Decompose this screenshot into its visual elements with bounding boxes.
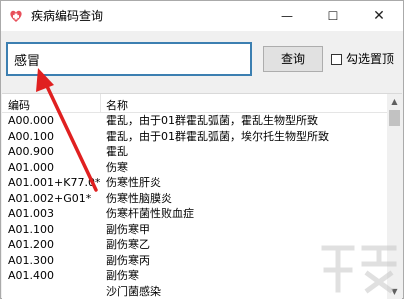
table-header: 编码 名称 [2, 94, 387, 113]
table-row[interactable]: A01.200 副伤寒乙 [2, 237, 387, 253]
title-bar[interactable]: 疾病编码查询 — ☐ ✕ [1, 1, 403, 31]
result-table[interactable]: 编码 名称 A00.000 霍乱，由于01群霍乱弧菌，霍乱生物型所致 A00.10… [2, 93, 402, 299]
cell-name: 伤寒性肝炎 [106, 176, 161, 189]
cell-code: A01.000 [8, 160, 55, 174]
window-title: 疾病编码查询 [31, 9, 104, 23]
scroll-up-arrow-icon[interactable]: ▲ [387, 94, 402, 109]
scroll-thumb[interactable] [389, 110, 400, 126]
table-body: A00.000 霍乱，由于01群霍乱弧菌，霍乱生物型所致 A00.100 霍乱，由于… [2, 113, 387, 299]
cell-name: 副伤寒 [106, 269, 139, 282]
cell-name: 伤寒杆菌性败血症 [106, 207, 194, 220]
cell-name: 沙门菌感染 [106, 284, 161, 298]
cell-code: A01.100 [8, 222, 55, 236]
cell-code: A01.001+K77.0* [8, 176, 101, 189]
table-row[interactable]: A01.001+K77.0* 伤寒性肝炎 [2, 175, 387, 191]
table-row[interactable]: 沙门菌感染 [2, 284, 387, 299]
maximize-button[interactable]: ☐ [310, 1, 356, 31]
table-row[interactable]: A00.100 霍乱，由于01群霍乱弧菌，埃尔托生物型所致 [2, 129, 387, 145]
cell-name: 霍乱，由于01群霍乱弧菌，霍乱生物型所致 [106, 114, 318, 127]
cell-code: A00.000 [8, 114, 55, 127]
table-row[interactable]: A01.003 伤寒杆菌性败血症 [2, 206, 387, 222]
cell-name: 伤寒性脑膜炎 [106, 191, 172, 205]
cell-name: 副伤寒乙 [106, 238, 150, 251]
cell-code: A01.003 [8, 207, 55, 220]
cell-code: A00.900 [8, 145, 55, 158]
table-row[interactable]: A01.100 副伤寒甲 [2, 222, 387, 238]
table-row[interactable]: A00.000 霍乱，由于01群霍乱弧菌，霍乱生物型所致 [2, 113, 387, 129]
vertical-scrollbar[interactable]: ▲ ▼ [387, 94, 402, 299]
query-button[interactable]: 查询 [263, 46, 323, 72]
table-row[interactable]: A01.002+G01* 伤寒性脑膜炎 [2, 191, 387, 207]
table-row[interactable]: A01.300 副伤寒丙 [2, 253, 387, 269]
cell-name: 霍乱，由于01群霍乱弧菌，埃尔托生物型所致 [106, 129, 329, 143]
column-divider[interactable] [100, 94, 101, 112]
cell-name: 副伤寒丙 [106, 253, 150, 267]
cell-code: A01.300 [8, 253, 55, 267]
pin-top-checkbox[interactable] [331, 54, 342, 65]
app-icon [10, 10, 22, 22]
column-header-name[interactable]: 名称 [106, 97, 128, 113]
pin-top-label[interactable]: 勾选置顶 [346, 52, 394, 66]
close-button[interactable]: ✕ [356, 1, 402, 31]
table-row[interactable]: A00.900 霍乱 [2, 144, 387, 160]
cell-code: A00.100 [8, 129, 55, 143]
cell-name: 霍乱 [106, 145, 128, 158]
cell-code: A01.400 [8, 269, 55, 282]
minimize-button[interactable]: — [264, 1, 310, 31]
cell-code: A01.002+G01* [8, 191, 92, 205]
cell-name: 副伤寒甲 [106, 222, 150, 236]
table-row[interactable]: A01.400 副伤寒 [2, 268, 387, 284]
column-header-code[interactable]: 编码 [8, 97, 30, 113]
table-row[interactable]: A01.000 伤寒 [2, 160, 387, 176]
cell-name: 伤寒 [106, 160, 128, 174]
app-window: 疾病编码查询 — ☐ ✕ 查询 勾选置顶 编码 名称 A00.000 霍乱，由于0… [0, 0, 404, 299]
cell-code: A01.200 [8, 238, 55, 251]
scroll-down-arrow-icon[interactable]: ▼ [387, 284, 402, 299]
search-input[interactable] [6, 42, 252, 76]
